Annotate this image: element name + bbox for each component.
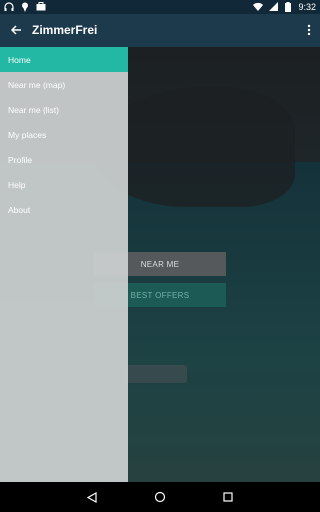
arrow-back-icon[interactable] — [6, 20, 26, 40]
headphones-icon — [4, 1, 14, 12]
status-time: 9:32 — [298, 1, 316, 12]
drawer-item-profile[interactable]: Profile — [0, 147, 128, 172]
battery-icon — [283, 1, 293, 12]
drawer-item-near-me-list[interactable]: Near me (list) — [0, 97, 128, 122]
home-circle-icon[interactable] — [152, 489, 168, 505]
drawer-item-about[interactable]: About — [0, 197, 128, 222]
recents-square-icon[interactable] — [220, 489, 236, 505]
drawer-item-home[interactable]: Home — [0, 47, 128, 72]
app-bar: ZimmerFrei — [0, 14, 320, 47]
system-nav-bar — [0, 482, 320, 512]
status-bar: 9:32 — [0, 0, 320, 14]
back-triangle-icon[interactable] — [84, 489, 100, 505]
app-title: ZimmerFrei — [32, 23, 98, 37]
signal-icon — [268, 1, 278, 12]
wifi-icon — [253, 1, 264, 12]
briefcase-icon — [36, 1, 46, 12]
drawer-item-my-places[interactable]: My places — [0, 122, 128, 147]
navigation-drawer: Home Near me (map) Near me (list) My pla… — [0, 47, 128, 482]
location-icon — [20, 1, 30, 12]
more-vert-icon[interactable] — [304, 20, 314, 40]
drawer-item-near-me-map[interactable]: Near me (map) — [0, 72, 128, 97]
drawer-item-help[interactable]: Help — [0, 172, 128, 197]
